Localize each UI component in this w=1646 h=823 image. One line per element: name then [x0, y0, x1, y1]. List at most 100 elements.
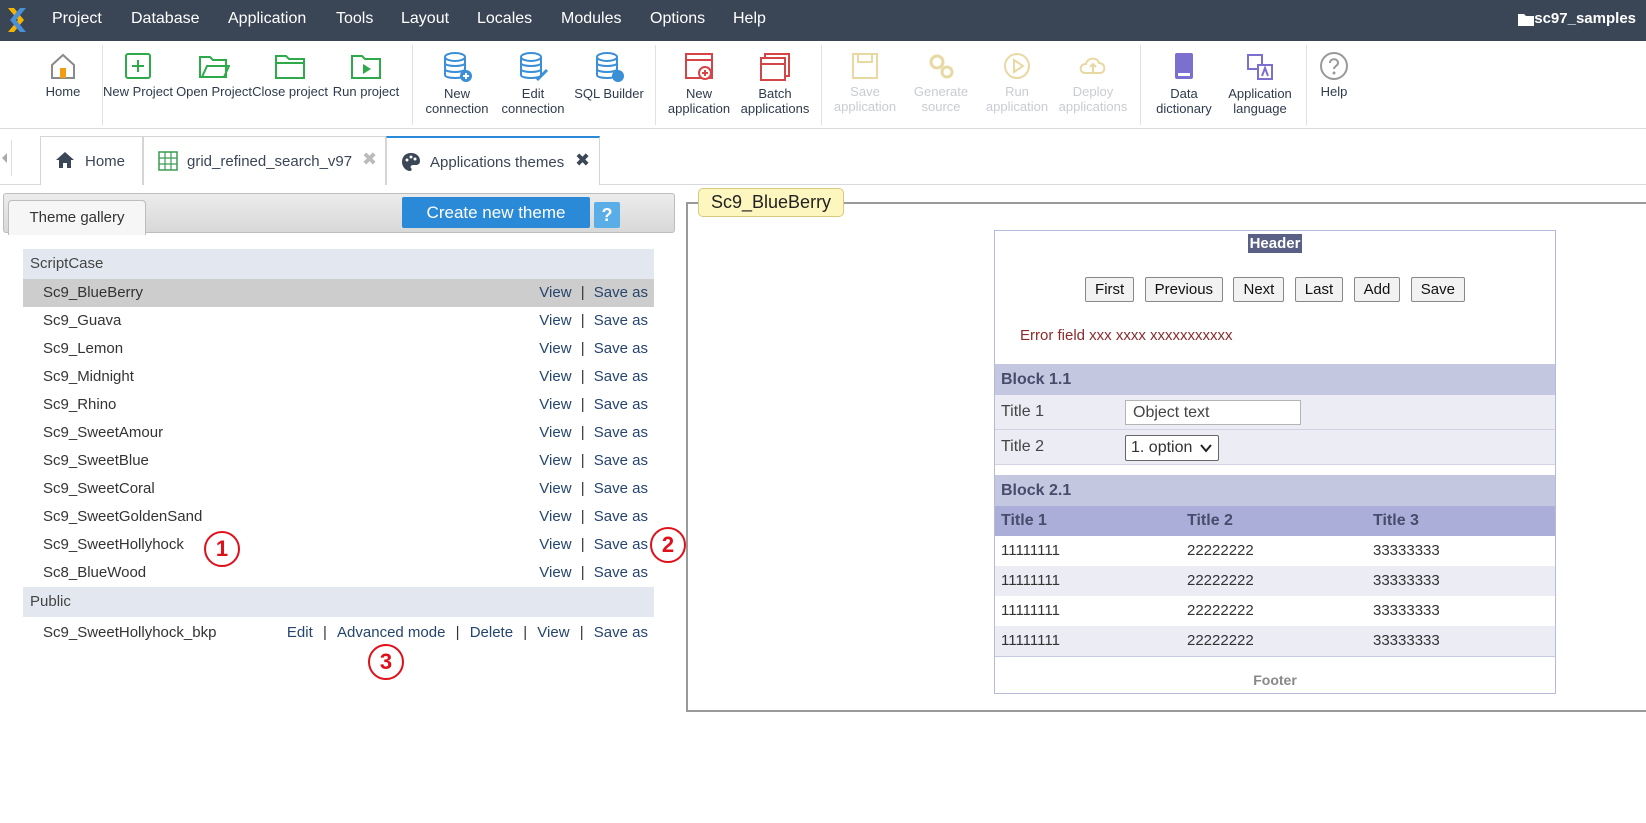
- database-star-icon: [596, 52, 624, 82]
- menu-project[interactable]: Project: [52, 10, 102, 28]
- view-link[interactable]: View: [539, 284, 571, 301]
- save-button[interactable]: Save: [1410, 277, 1465, 302]
- save-as-link[interactable]: Save as: [594, 396, 648, 413]
- save-as-link[interactable]: Save as: [594, 480, 648, 497]
- view-link[interactable]: View: [539, 424, 571, 441]
- menu-options[interactable]: Options: [650, 10, 705, 28]
- batch-applications-button[interactable]: Batch applications: [737, 51, 813, 116]
- scriptcase-logo-icon[interactable]: [0, 0, 42, 41]
- create-new-theme-button[interactable]: Create new theme: [402, 197, 590, 228]
- new-project-button[interactable]: New Project: [100, 51, 176, 99]
- view-link[interactable]: View: [539, 312, 571, 329]
- theme-row[interactable]: Sc9_SweetAmour View | Save as: [23, 419, 654, 447]
- group-scriptcase: ScriptCase: [23, 249, 654, 279]
- theme-actions: View | Save as: [539, 452, 648, 469]
- view-link[interactable]: View: [539, 368, 571, 385]
- table-cell: 22222222: [1187, 572, 1254, 589]
- edit-connection-button[interactable]: Edit connection: [495, 51, 571, 116]
- menu-modules[interactable]: Modules: [561, 10, 621, 28]
- theme-name: Sc9_SweetCoral: [43, 480, 155, 497]
- theme-actions: View | Save as: [539, 284, 648, 301]
- tab-applications-themes[interactable]: Applications themes ✖: [386, 136, 600, 185]
- theme-actions: View | Save as: [539, 508, 648, 525]
- run-project-button[interactable]: Run project: [328, 51, 404, 99]
- theme-row[interactable]: Sc9_Rhino View | Save as: [23, 391, 654, 419]
- generate-source-button[interactable]: Generate source: [903, 51, 979, 114]
- save-as-link[interactable]: Save as: [594, 312, 648, 329]
- sql-builder-button[interactable]: SQL Builder: [571, 51, 647, 101]
- tab-themes-label: Applications themes: [430, 154, 565, 171]
- help-icon[interactable]: ?: [594, 202, 620, 228]
- deploy-applications-button[interactable]: Deploy applications: [1055, 51, 1131, 114]
- table-cell: 33333333: [1373, 632, 1440, 649]
- tab-close-icon[interactable]: ✖: [575, 150, 590, 171]
- theme-name: Sc9_Midnight: [43, 368, 134, 385]
- theme-name: Sc9_Guava: [43, 312, 122, 329]
- tab-home[interactable]: Home: [40, 136, 143, 185]
- last-button[interactable]: Last: [1294, 277, 1344, 302]
- save-as-link[interactable]: Save as: [594, 536, 648, 553]
- theme-row[interactable]: Sc8_BlueWood View | Save as: [23, 559, 654, 587]
- save-as-link[interactable]: Save as: [594, 452, 648, 469]
- project-name[interactable]: sc97_samples: [1534, 10, 1636, 27]
- advanced-mode-link[interactable]: Advanced mode: [337, 624, 445, 641]
- preview-theme-name: Sc9_BlueBerry: [698, 188, 845, 217]
- save-as-link[interactable]: Save as: [594, 340, 648, 357]
- theme-row[interactable]: Sc9_SweetHollyhock View | Save as: [23, 531, 654, 559]
- theme-row[interactable]: Sc9_SweetBlue View | Save as: [23, 447, 654, 475]
- menu-help[interactable]: Help: [733, 10, 766, 28]
- view-link[interactable]: View: [539, 508, 571, 525]
- view-link[interactable]: View: [539, 564, 571, 581]
- tab-theme-gallery[interactable]: Theme gallery: [8, 200, 146, 235]
- menu-layout[interactable]: Layout: [401, 10, 449, 28]
- menu-application[interactable]: Application: [228, 10, 306, 28]
- save-as-link[interactable]: Save as: [594, 624, 648, 641]
- help-button[interactable]: Help: [1296, 51, 1372, 99]
- collapse-handle[interactable]: [0, 140, 12, 176]
- view-link[interactable]: View: [539, 396, 571, 413]
- menu-database[interactable]: Database: [131, 10, 200, 28]
- home-icon: [51, 53, 75, 79]
- theme-row[interactable]: Sc9_SweetCoral View | Save as: [23, 475, 654, 503]
- edit-link[interactable]: Edit: [287, 624, 313, 641]
- save-as-link[interactable]: Save as: [594, 368, 648, 385]
- run-application-button[interactable]: Run application: [979, 51, 1055, 114]
- table-cell: 22222222: [1187, 602, 1254, 619]
- first-button[interactable]: First: [1085, 277, 1135, 302]
- theme-row[interactable]: Sc9_BlueBerry View | Save as: [23, 279, 654, 307]
- next-button[interactable]: Next: [1233, 277, 1285, 302]
- delete-link[interactable]: Delete: [470, 624, 513, 641]
- tab-close-icon[interactable]: ✖: [362, 149, 377, 170]
- theme-row[interactable]: Sc9_SweetGoldenSand View | Save as: [23, 503, 654, 531]
- menu-locales[interactable]: Locales: [477, 10, 532, 28]
- close-project-button[interactable]: Close project: [252, 51, 328, 99]
- view-link[interactable]: View: [539, 452, 571, 469]
- view-link[interactable]: View: [539, 480, 571, 497]
- save-as-link[interactable]: Save as: [594, 508, 648, 525]
- previous-button[interactable]: Previous: [1144, 277, 1224, 302]
- theme-row[interactable]: Sc9_Guava View | Save as: [23, 307, 654, 335]
- home-button[interactable]: Home: [25, 51, 101, 99]
- theme-row[interactable]: Sc9_Midnight View | Save as: [23, 363, 654, 391]
- book-icon: [1175, 53, 1193, 79]
- theme-name: Sc9_SweetAmour: [43, 424, 164, 441]
- open-project-button[interactable]: Open Project: [176, 51, 252, 99]
- new-application-button[interactable]: New application: [661, 51, 737, 116]
- menu-tools[interactable]: Tools: [336, 10, 373, 28]
- option-select[interactable]: 1. option: [1125, 435, 1219, 461]
- add-button[interactable]: Add: [1353, 277, 1401, 302]
- view-link[interactable]: View: [539, 536, 571, 553]
- object-text-input[interactable]: Object text: [1125, 400, 1301, 425]
- application-language-button[interactable]: Application language: [1222, 51, 1298, 116]
- field-label: Title 1: [1001, 403, 1044, 420]
- view-link[interactable]: View: [537, 624, 569, 641]
- save-application-button[interactable]: Save application: [827, 51, 903, 114]
- save-as-link[interactable]: Save as: [594, 424, 648, 441]
- tab-grid-refined-search[interactable]: grid_refined_search_v97 ✖: [143, 136, 386, 185]
- view-link[interactable]: View: [539, 340, 571, 357]
- data-dictionary-button[interactable]: Data dictionary: [1146, 51, 1222, 116]
- save-as-link[interactable]: Save as: [594, 284, 648, 301]
- theme-row[interactable]: Sc9_Lemon View | Save as: [23, 335, 654, 363]
- new-connection-button[interactable]: New connection: [419, 51, 495, 116]
- save-as-link[interactable]: Save as: [594, 564, 648, 581]
